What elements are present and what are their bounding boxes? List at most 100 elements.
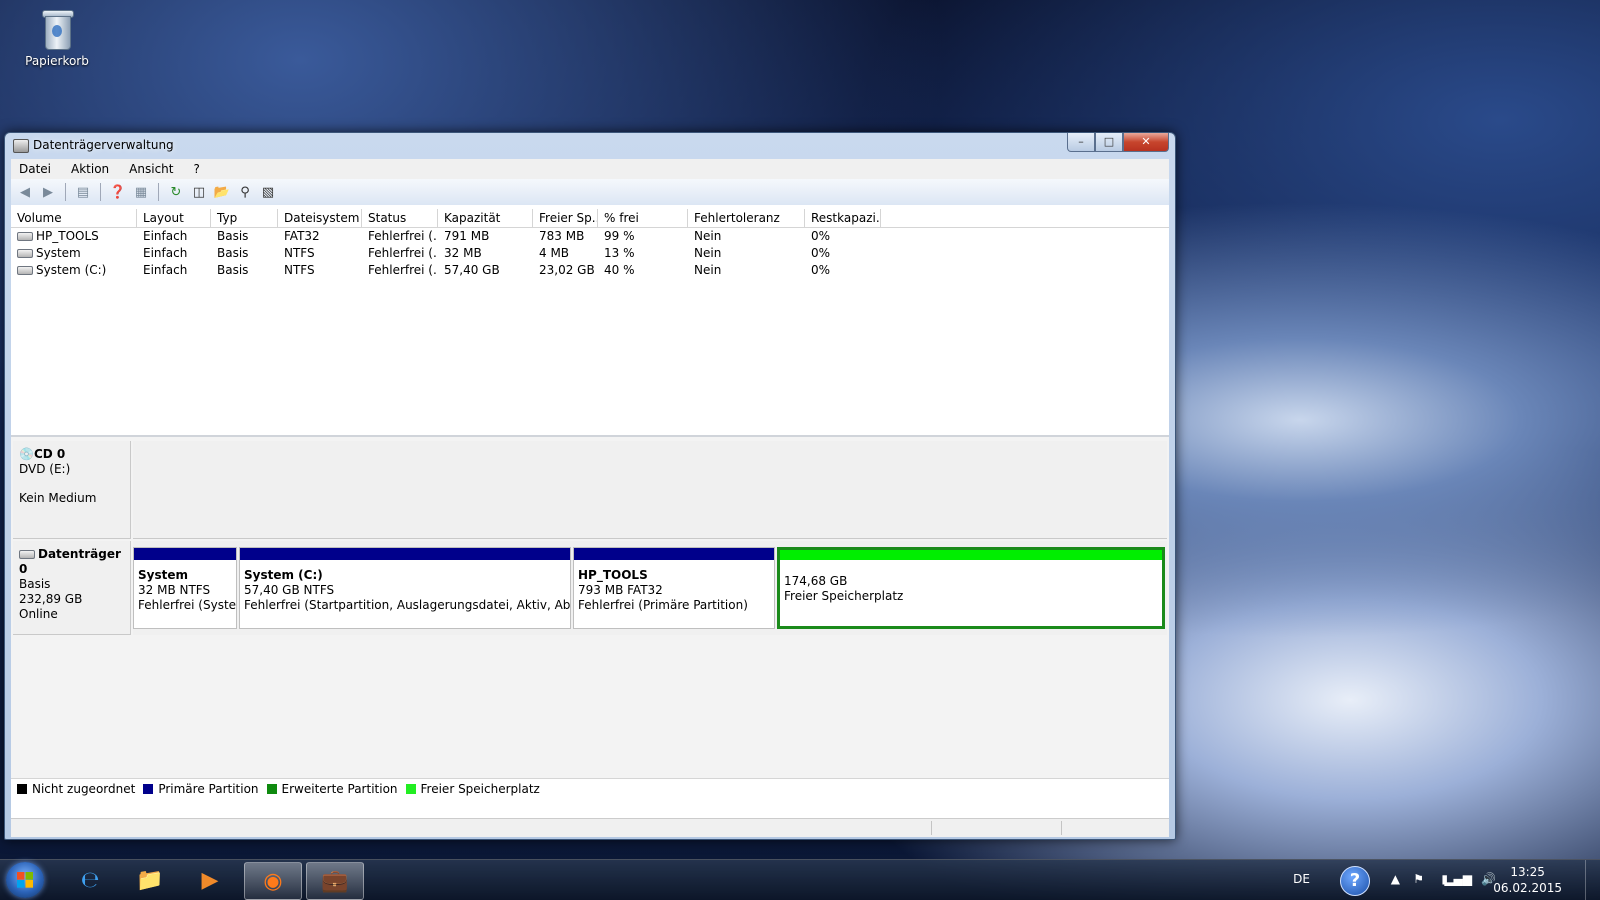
refresh-icon[interactable]: ↻ [166,183,186,201]
show-desktop-button[interactable] [1585,860,1600,900]
search-icon[interactable]: ⚲ [235,183,255,201]
back-icon[interactable]: ◀ [15,183,35,201]
col-freier-speicher[interactable]: Freier Sp... [533,209,598,227]
minimize-button[interactable]: – [1067,133,1095,152]
volume-list-header: Volume Layout Typ Dateisystem Status Kap… [11,209,1169,228]
cell-restkapazitaet: 0% [811,246,831,260]
cell-layout: Einfach [143,263,188,277]
cell-dateisystem: NTFS [284,263,315,277]
help-icon[interactable]: ? [1340,866,1370,896]
legend-free: Freier Speicherplatz [405,782,540,796]
cell-prozent-frei: 99 % [604,229,635,243]
col-dateisystem[interactable]: Dateisystem [278,209,362,227]
col-restkapazitaet[interactable]: Restkapazi... [805,209,881,227]
disk-management-icon[interactable]: 💼 [306,862,364,900]
legend-primary: Primäre Partition [143,782,259,796]
action-center-flag-icon[interactable]: ⚑ [1413,872,1424,886]
disk0-partitions: System 32 MB NTFS Fehlerfrei (System Sys… [133,541,1167,635]
drive-icon [17,249,33,258]
cell-prozent-frei: 13 % [604,246,635,260]
volume-name: System (C:) [36,263,107,277]
partition-status: Fehlerfrei (Startpartition, Auslagerungs… [244,598,570,612]
disk-graphical-view: 💿CD 0 DVD (E:) Kein Medium Datenträger 0… [11,437,1169,799]
partition-system-c[interactable]: System (C:) 57,40 GB NTFS Fehlerfrei (St… [239,547,571,629]
toolbar: ◀ ▶ ▤ ❓ ▦ ↻ ◫ 📂 ⚲ ▧ [11,179,1169,206]
rescan-icon[interactable]: ◫ [189,183,209,201]
volume-row-hp-tools[interactable]: HP_TOOLS Einfach Basis FAT32 Fehlerfrei … [11,228,1169,245]
disk-row-disk0: Datenträger 0 Basis 232,89 GB Online Sys… [11,541,1169,635]
partition-system[interactable]: System 32 MB NTFS Fehlerfrei (System [133,547,237,629]
title-bar[interactable]: Datenträgerverwaltung – □ ✕ [5,133,1175,159]
cell-dateisystem: FAT32 [284,229,320,243]
menu-help[interactable]: ? [191,162,201,176]
cell-restkapazitaet: 0% [811,263,831,277]
firefox-icon[interactable]: ◉ [244,862,302,900]
disk-type: DVD (E:) [19,462,71,476]
cell-kapazitaet: 791 MB [444,229,490,243]
disk-management-app-icon [13,139,29,153]
open-icon[interactable]: 📂 [212,183,232,201]
export-icon[interactable]: ▧ [258,183,278,201]
console-tree-icon[interactable]: ▤ [73,183,93,201]
recycle-bin-icon [40,6,74,50]
forward-icon[interactable]: ▶ [38,183,58,201]
properties-icon[interactable]: ▦ [131,183,151,201]
help-icon[interactable]: ❓ [108,183,128,201]
partition-size: 57,40 GB NTFS [244,583,335,597]
col-kapazitaet[interactable]: Kapazität [438,209,533,227]
main-content: Volume Layout Typ Dateisystem Status Kap… [11,205,1169,819]
cell-typ: Basis [217,263,249,277]
cell-kapazitaet: 32 MB [444,246,482,260]
internet-explorer-icon[interactable]: ℮ [62,862,118,898]
col-volume[interactable]: Volume [11,209,137,227]
cell-status: Fehlerfrei (... [368,263,438,277]
menu-datei[interactable]: Datei [17,162,53,176]
col-typ[interactable]: Typ [211,209,278,227]
partition-status: Fehlerfrei (System [138,598,236,612]
recycle-bin[interactable]: Papierkorb [22,6,92,68]
col-fehlertoleranz[interactable]: Fehlertoleranz [688,209,805,227]
network-signal-icon[interactable]: ▂▄▆ [1444,872,1472,886]
file-explorer-icon[interactable]: 📁 [122,862,178,898]
menu-aktion[interactable]: Aktion [69,162,111,176]
disk-status: Online [19,607,58,621]
cell-prozent-frei: 40 % [604,263,635,277]
clock-date: 06.02.2015 [1493,881,1562,895]
media-player-icon[interactable]: ▶ [182,862,238,898]
cell-freier-speicher: 4 MB [539,246,570,260]
cell-fehlertoleranz: Nein [694,246,722,260]
col-prozent-frei[interactable]: % frei [598,209,688,227]
cell-typ: Basis [217,229,249,243]
cell-typ: Basis [217,246,249,260]
window-title: Datenträgerverwaltung [33,138,174,152]
close-button[interactable]: ✕ [1123,133,1169,152]
volume-name: HP_TOOLS [36,229,99,243]
partition-size: 32 MB NTFS [138,583,211,597]
clock-time: 13:25 [1510,865,1545,879]
col-status[interactable]: Status [362,209,438,227]
partition-hp-tools[interactable]: HP_TOOLS 793 MB FAT32 Fehlerfrei (Primär… [573,547,775,629]
partition-title: System (C:) [244,568,323,582]
partition-status: Fehlerfrei (Primäre Partition) [578,598,748,612]
col-layout[interactable]: Layout [137,209,211,227]
disk-info-cd0[interactable]: 💿CD 0 DVD (E:) Kein Medium [13,441,131,539]
partition-title: HP_TOOLS [578,568,648,582]
start-button[interactable] [6,862,44,898]
volume-row-system[interactable]: System Einfach Basis NTFS Fehlerfrei (..… [11,245,1169,262]
cell-dateisystem: NTFS [284,246,315,260]
maximize-button[interactable]: □ [1095,133,1123,152]
volume-row-system-c[interactable]: System (C:) Einfach Basis NTFS Fehlerfre… [11,262,1169,279]
show-hidden-icons-icon[interactable]: ▲ [1391,872,1400,886]
cell-layout: Einfach [143,246,188,260]
language-indicator[interactable]: DE [1293,872,1310,886]
menu-ansicht[interactable]: Ansicht [127,162,175,176]
disk-name: CD 0 [33,447,66,461]
status-bar [11,818,1169,837]
cell-status: Fehlerfrei (... [368,229,438,243]
disk-info-disk0[interactable]: Datenträger 0 Basis 232,89 GB Online [13,541,131,635]
clock[interactable]: 13:25 06.02.2015 [1493,864,1562,896]
partition-unallocated[interactable]: 174,68 GB Freier Speicherplatz [777,547,1165,629]
legend-extended: Erweiterte Partition [266,782,398,796]
cell-kapazitaet: 57,40 GB [444,263,500,277]
volume-name: System [36,246,81,260]
